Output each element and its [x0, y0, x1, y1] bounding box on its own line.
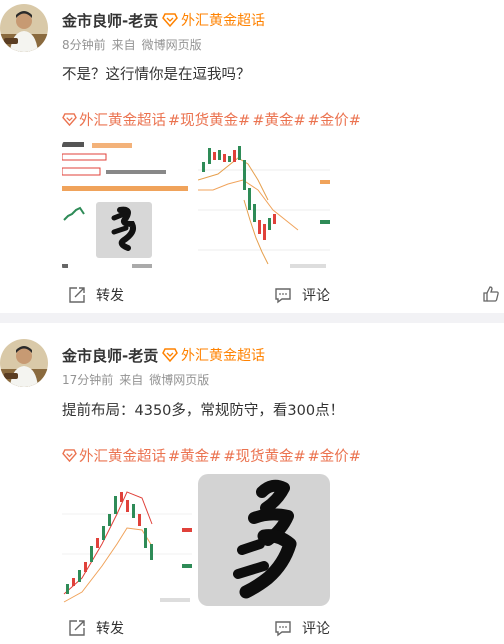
repost-label: 转发: [96, 288, 124, 304]
comment-icon: [275, 288, 291, 304]
avatar[interactable]: [0, 339, 48, 387]
topic-tag[interactable]: 外汇黄金超话: [79, 445, 166, 466]
post-text: 提前布局：4350多，常规防守，看300点！: [62, 403, 345, 419]
thumbs-up-icon: [483, 286, 499, 302]
topic-tag[interactable]: #黄金#: [168, 445, 221, 466]
post-tags: 外汇黄金超话 #黄金# #现货黄金# #金价#: [62, 445, 361, 466]
chaohua-diamond-icon: [62, 113, 77, 126]
chaohua-diamond-icon: [162, 13, 178, 27]
source-prefix: 来自: [111, 38, 136, 52]
post-image[interactable]: [62, 474, 192, 606]
topic-tag[interactable]: #金价#: [308, 445, 361, 466]
topic-tag[interactable]: #现货黄金#: [168, 109, 250, 130]
topic-tag[interactable]: #现货黄金#: [223, 445, 305, 466]
chaohua-link[interactable]: 外汇黄金超话: [162, 10, 265, 30]
topic-tag[interactable]: 外汇黄金超话: [79, 109, 166, 130]
post-meta: 17分钟前 来自 微博网页版: [62, 371, 215, 388]
post-separator: [0, 313, 504, 323]
chaohua-link[interactable]: 外汇黄金超话: [162, 345, 265, 365]
repost-button[interactable]: 转发: [68, 618, 124, 638]
post-time[interactable]: 8分钟前: [62, 38, 106, 52]
like-button[interactable]: [482, 285, 500, 307]
repost-icon: [69, 287, 85, 303]
repost-button[interactable]: 转发: [68, 285, 124, 305]
weibo-post: 金市良师-老贡 外汇黄金超话 8分钟前 来自 微博网页版 不是？这行情你是在逗我吗？…: [0, 0, 504, 313]
comment-label: 评论: [302, 621, 330, 637]
chaohua-diamond-icon: [62, 449, 77, 462]
comment-button[interactable]: 评论: [274, 285, 330, 305]
chaohua-diamond-icon: [162, 348, 178, 362]
post-source[interactable]: 微博网页版: [142, 38, 202, 52]
post-source[interactable]: 微博网页版: [149, 373, 209, 387]
weibo-post: 金市良师-老贡 外汇黄金超话 17分钟前 来自 微博网页版 提前布局：4350多，常…: [0, 323, 504, 644]
author-name[interactable]: 金市良师-老贡: [62, 345, 158, 366]
topic-tag[interactable]: #金价#: [308, 109, 361, 130]
comment-label: 评论: [302, 288, 330, 304]
topic-tag[interactable]: #黄金#: [252, 109, 305, 130]
comment-icon: [275, 621, 291, 637]
source-prefix: 来自: [119, 373, 144, 387]
chaohua-label: 外汇黄金超话: [181, 348, 265, 364]
repost-icon: [69, 620, 85, 636]
post-image[interactable]: [198, 474, 330, 606]
chaohua-label: 外汇黄金超话: [181, 13, 265, 29]
post-image[interactable]: [198, 140, 330, 272]
repost-label: 转发: [96, 621, 124, 637]
avatar[interactable]: [0, 4, 48, 52]
post-time[interactable]: 17分钟前: [62, 373, 113, 387]
post-tags: 外汇黄金超话 #现货黄金# #黄金# #金价#: [62, 109, 361, 130]
comment-button[interactable]: 评论: [274, 618, 330, 638]
author-name[interactable]: 金市良师-老贡: [62, 10, 158, 31]
post-meta: 8分钟前 来自 微博网页版: [62, 36, 208, 53]
post-text: 不是？这行情你是在逗我吗？: [62, 67, 251, 83]
post-image[interactable]: [62, 140, 190, 272]
